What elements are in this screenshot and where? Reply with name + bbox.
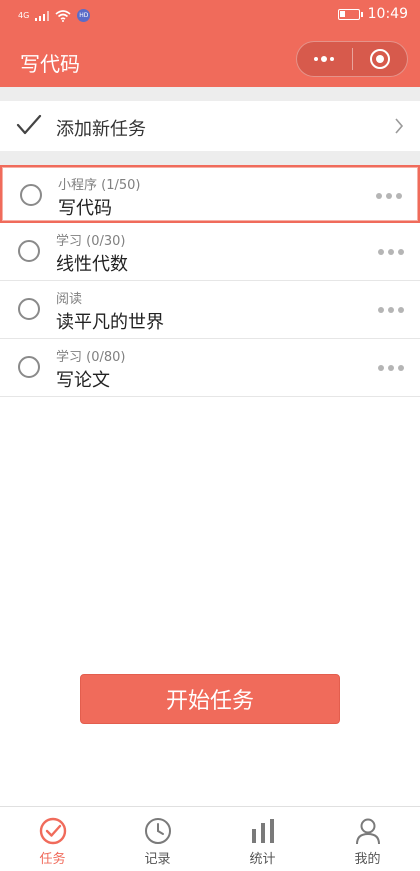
task-more-icon[interactable] (378, 249, 404, 255)
task-radio[interactable] (18, 356, 40, 378)
page-title: 写代码 (20, 52, 80, 76)
task-subtitle: 学习 (0/30) (56, 234, 126, 249)
tab-stats[interactable]: 统计 (210, 807, 315, 871)
task-title: 线性代数 (56, 254, 128, 275)
status-right: 10:49 (337, 6, 408, 22)
status-left: 4G HD (18, 9, 91, 22)
more-dots-icon (314, 56, 335, 62)
tab-label: 记录 (144, 852, 171, 867)
tab-label: 任务 (39, 852, 66, 867)
task-radio[interactable] (20, 184, 42, 206)
bar-chart-icon (251, 819, 274, 843)
task-more-icon[interactable] (378, 365, 404, 371)
target-icon (369, 49, 390, 69)
clock-time: 10:49 (367, 6, 408, 22)
battery-icon (337, 8, 363, 20)
task-item[interactable]: 阅读 读平凡的世界 (0, 281, 420, 339)
status-bar: 4G HD 10:49 (0, 0, 420, 32)
task-item[interactable]: 学习 (0/30) 线性代数 (0, 223, 420, 281)
add-task-label: 添加新任务 (56, 119, 146, 140)
task-radio[interactable] (18, 240, 40, 262)
tab-tasks[interactable]: 任务 (0, 807, 105, 871)
signal-icon (35, 10, 50, 21)
task-item[interactable]: 学习 (0/80) 写论文 (0, 339, 420, 397)
close-capsule-button[interactable] (352, 42, 407, 76)
tab-records[interactable]: 记录 (105, 807, 210, 871)
user-icon (355, 818, 380, 845)
tab-label: 我的 (354, 852, 381, 867)
task-radio[interactable] (18, 298, 40, 320)
tab-bar: 任务 记录 统计 我的 (0, 806, 420, 871)
tab-mine[interactable]: 我的 (315, 807, 420, 871)
chevron-right-icon (395, 118, 404, 134)
task-subtitle: 小程序 (1/50) (58, 178, 141, 193)
task-subtitle: 学习 (0/80) (56, 350, 126, 365)
checkmark-icon (16, 114, 42, 135)
task-title: 写论文 (56, 370, 110, 391)
clock-icon (144, 818, 171, 844)
tab-label: 统计 (249, 852, 276, 867)
hd-badge: HD (77, 9, 91, 22)
check-circle-icon (39, 817, 66, 845)
task-more-icon[interactable] (378, 307, 404, 313)
add-task-row[interactable]: 添加新任务 (0, 101, 420, 151)
start-task-button[interactable]: 开始任务 (80, 674, 340, 724)
miniprogram-capsule (296, 41, 408, 77)
task-title: 写代码 (58, 198, 112, 219)
task-more-icon[interactable] (376, 193, 402, 199)
header: 4G HD 10:49 写代码 (0, 0, 420, 87)
wifi-icon (55, 9, 71, 22)
task-title: 读平凡的世界 (56, 312, 164, 333)
task-item[interactable]: 小程序 (1/50) 写代码 (0, 165, 420, 223)
hd-badge-label: HD (79, 12, 89, 19)
task-subtitle: 阅读 (56, 292, 83, 307)
more-menu-button[interactable] (297, 42, 352, 76)
network-label: 4G (18, 11, 30, 20)
